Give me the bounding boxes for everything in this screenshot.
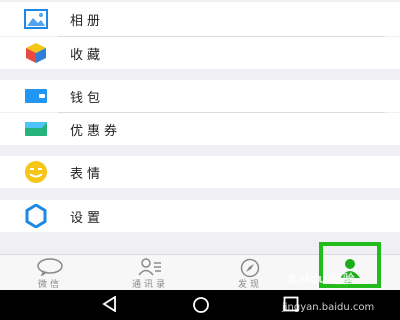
tab-label-chats: 微信	[37, 280, 62, 290]
tab-label-discover: 发现	[237, 280, 262, 290]
menu-item-favorites[interactable]: 收藏	[0, 37, 400, 69]
menu-label-album: 相册	[70, 13, 105, 29]
menu-label-favorites: 收藏	[70, 47, 105, 63]
favorites-cube-icon	[24, 41, 48, 65]
menu-label-settings: 设置	[70, 210, 105, 226]
tab-contacts[interactable]: 通讯录	[100, 255, 200, 291]
menu-item-album[interactable]: 相册	[0, 2, 400, 36]
menu-item-stickers[interactable]: 表情	[0, 156, 400, 188]
menu-label-coupons: 优惠券	[70, 123, 122, 139]
album-icon	[24, 7, 48, 31]
watermark-brand: Baidu 经验	[288, 272, 355, 286]
menu-label-stickers: 表情	[70, 166, 105, 182]
home-icon[interactable]	[192, 296, 210, 318]
tab-discover[interactable]: 发现	[200, 255, 300, 291]
menu-label-wallet: 钱包	[70, 90, 105, 106]
menu-item-wallet[interactable]: 钱包	[0, 80, 400, 112]
menu-item-settings[interactable]: 设置	[0, 200, 400, 232]
menu-item-coupons[interactable]: 优惠券	[0, 113, 400, 145]
settings-gear-icon	[24, 204, 48, 228]
wallet-icon	[24, 84, 48, 108]
smiley-icon	[24, 160, 48, 184]
coupon-card-icon	[24, 117, 48, 141]
back-icon[interactable]	[102, 295, 118, 316]
tab-chats[interactable]: 微信	[0, 255, 100, 291]
watermark-url: jingyan.baidu.com	[282, 302, 375, 313]
tab-label-contacts: 通讯录	[131, 280, 168, 290]
